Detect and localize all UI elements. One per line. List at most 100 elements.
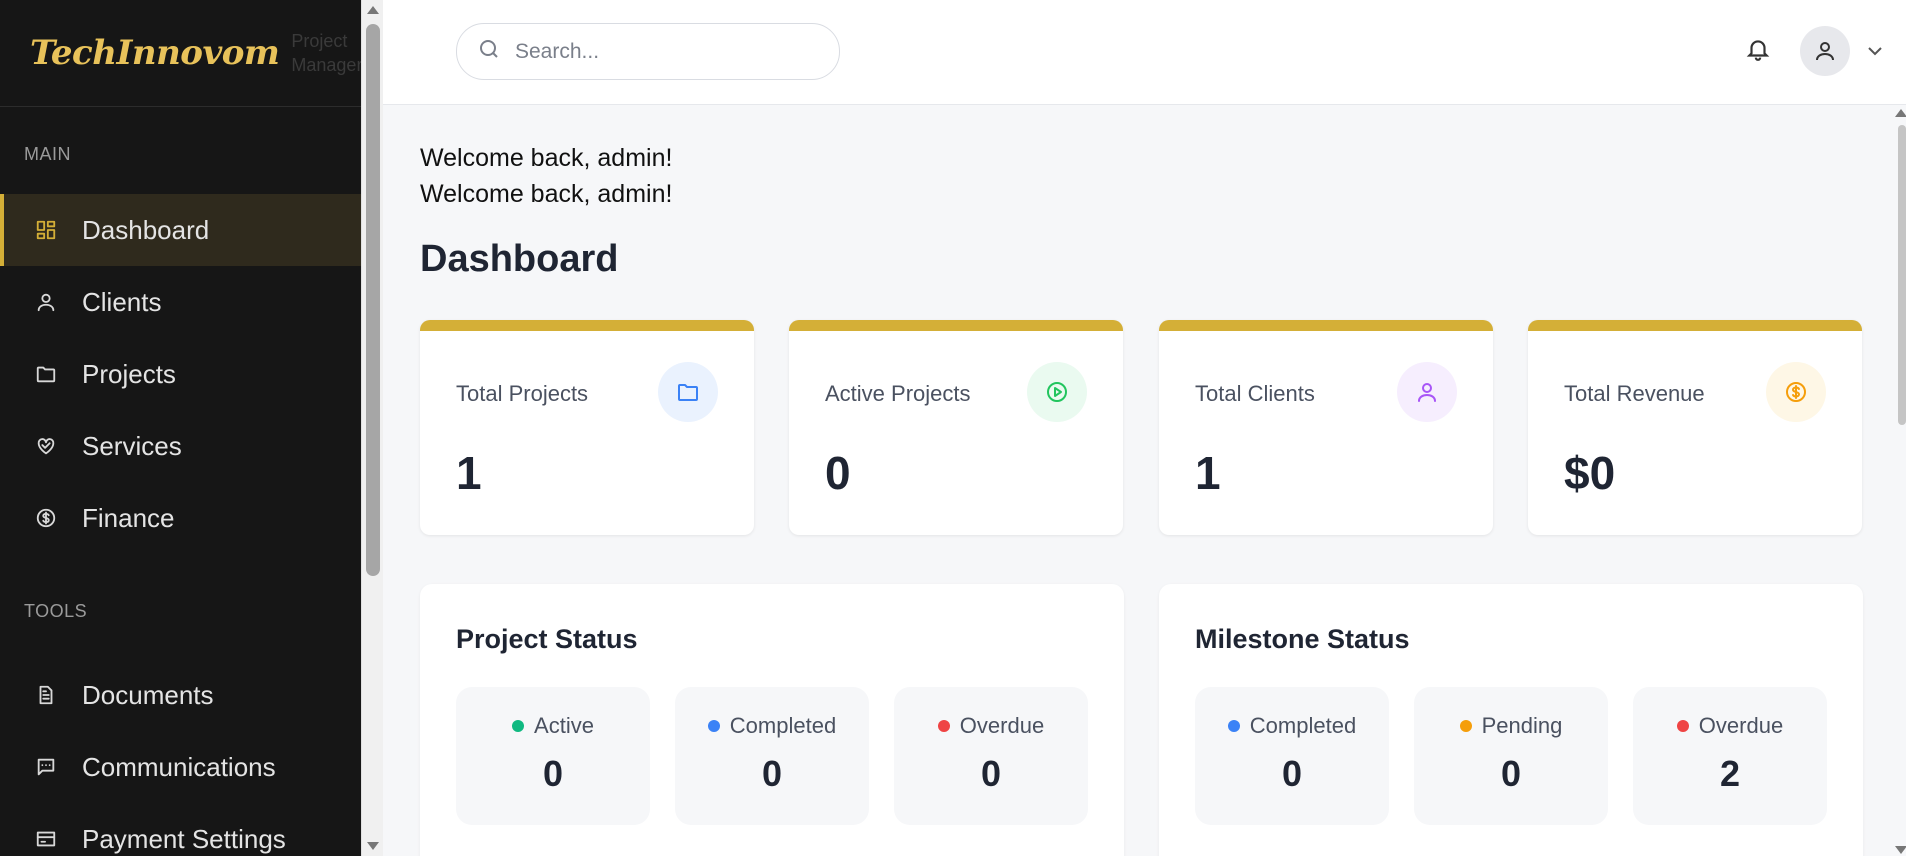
scroll-down-arrow[interactable] [1895,846,1906,854]
status-tile-text: Active [534,713,594,738]
stat-label: Total Revenue [1564,381,1705,406]
sidebar-item-label: Services [82,430,182,461]
scroll-up-arrow[interactable] [367,6,379,14]
status-dot [1676,720,1689,732]
status-tile-value: 0 [1281,753,1303,794]
project-status-panel: Project Status Active 0 Completed 0 Over… [420,584,1124,856]
status-tile-overdue[interactable]: Overdue 0 [894,687,1088,825]
stat-card-total-revenue[interactable]: Total Revenue $0 [1528,320,1862,535]
dollar-circle-icon [34,506,58,530]
milestone-tile-pending[interactable]: Pending 0 [1414,687,1608,825]
payment-icon [34,827,58,851]
stat-card-total-projects[interactable]: Total Projects 1 [420,320,754,535]
stat-value: 1 [456,447,482,499]
sidebar-item-payment-settings[interactable]: Payment Settings [0,803,361,856]
main-scrollbar[interactable] [1895,105,1906,856]
status-tile-text: Overdue [1698,713,1784,738]
status-tile-text: Completed [729,713,837,738]
sidebar-item-label: Payment Settings [82,823,286,854]
stat-cards: Total Projects 1 Active Projects 0 Total… [420,320,1862,535]
dollar-circle-icon [1766,362,1826,422]
status-tile-text: Completed [1249,713,1357,738]
status-tile-label: Completed [1195,713,1389,739]
status-dot [512,720,525,732]
sidebar-item-finance[interactable]: Finance [0,482,361,554]
status-tile-value: 0 [980,753,1002,794]
stat-value: 0 [825,447,851,499]
milestone-status-panel: Milestone Status Completed 0 Pending 0 O… [1159,584,1863,856]
milestone-tile-completed[interactable]: Completed 0 [1195,687,1389,825]
status-dot [707,720,720,732]
scrollbar-thumb[interactable] [366,24,380,576]
status-tile-text: Overdue [959,713,1045,738]
stat-value: 1 [1195,447,1221,499]
sidebar-item-label: Dashboard [82,214,210,245]
search-input[interactable] [515,39,815,64]
status-tile-value: 2 [1719,753,1741,794]
message-icon [34,755,58,779]
stat-label: Total Projects [456,381,589,406]
sidebar-item-clients[interactable]: Clients [0,266,361,338]
dashboard-icon [34,218,58,242]
user-icon [1397,362,1457,422]
status-tile-value: 0 [761,753,783,794]
handshake-heart-icon [34,434,58,458]
stat-value: $0 [1564,447,1616,499]
scroll-up-arrow[interactable] [1895,109,1906,117]
milestone-tile-overdue[interactable]: Overdue 2 [1633,687,1827,825]
topbar [383,0,1906,105]
status-tile-label: Pending [1414,713,1608,739]
status-tile-label: Overdue [894,713,1088,739]
brand[interactable]: TechInnovom Project Manager [0,0,361,107]
sidebar-item-label: Finance [82,502,175,533]
sidebar-item-projects[interactable]: Projects [0,338,361,410]
search-icon [477,37,501,66]
avatar[interactable] [1800,26,1850,76]
welcome-message: Welcome back, admin! [420,180,673,208]
status-tile-value: 0 [1500,753,1522,794]
stat-card-total-clients[interactable]: Total Clients 1 [1159,320,1493,535]
status-tile-label: Overdue [1633,713,1827,739]
folder-icon [658,362,718,422]
sidebar: TechInnovom Project Manager MAIN Dashboa… [0,0,361,856]
status-tile-text: Pending [1481,713,1563,738]
scrollbar-thumb[interactable] [1898,125,1906,425]
bell-icon[interactable] [1745,36,1773,64]
sidebar-item-label: Projects [82,358,176,389]
status-dot [1459,720,1472,732]
document-icon [34,683,58,707]
status-tile-label: Active [456,713,650,739]
status-tile-completed[interactable]: Completed 0 [675,687,869,825]
main-nav: Dashboard Clients Projects Services Fina… [0,194,361,554]
welcome-message: Welcome back, admin! [420,144,673,172]
sidebar-item-documents[interactable]: Documents [0,659,361,731]
user-icon [34,290,58,314]
user-icon [1816,42,1834,61]
sidebar-item-services[interactable]: Services [0,410,361,482]
sidebar-scrollbar[interactable] [361,0,383,856]
page-title: Dashboard [420,238,619,280]
section-label-main: MAIN [24,144,71,164]
scroll-down-arrow[interactable] [367,842,379,850]
brand-logo: TechInnovom [30,33,280,73]
sidebar-item-label: Documents [82,679,214,710]
tools-nav: Documents Communications Payment Setting… [0,659,361,856]
sidebar-item-dashboard[interactable]: Dashboard [0,194,361,266]
sidebar-item-label: Communications [82,751,276,782]
play-circle-icon [1027,362,1087,422]
search-box[interactable] [456,23,840,80]
brand-subtitle-line1: Project [291,31,348,51]
status-dot [1227,720,1240,732]
brand-subtitle-line2: Manager [291,55,361,75]
stat-label: Total Clients [1195,381,1315,406]
status-tile-value: 0 [542,753,564,794]
sidebar-item-communications[interactable]: Communications [0,731,361,803]
panel-title: Milestone Status [1195,624,1410,654]
folder-icon [34,362,58,386]
chevron-down-icon[interactable] [1866,44,1884,58]
panel-title: Project Status [456,624,638,654]
status-dot [937,720,950,732]
stat-card-active-projects[interactable]: Active Projects 0 [789,320,1123,535]
sidebar-item-label: Clients [82,286,162,317]
status-tile-active[interactable]: Active 0 [456,687,650,825]
